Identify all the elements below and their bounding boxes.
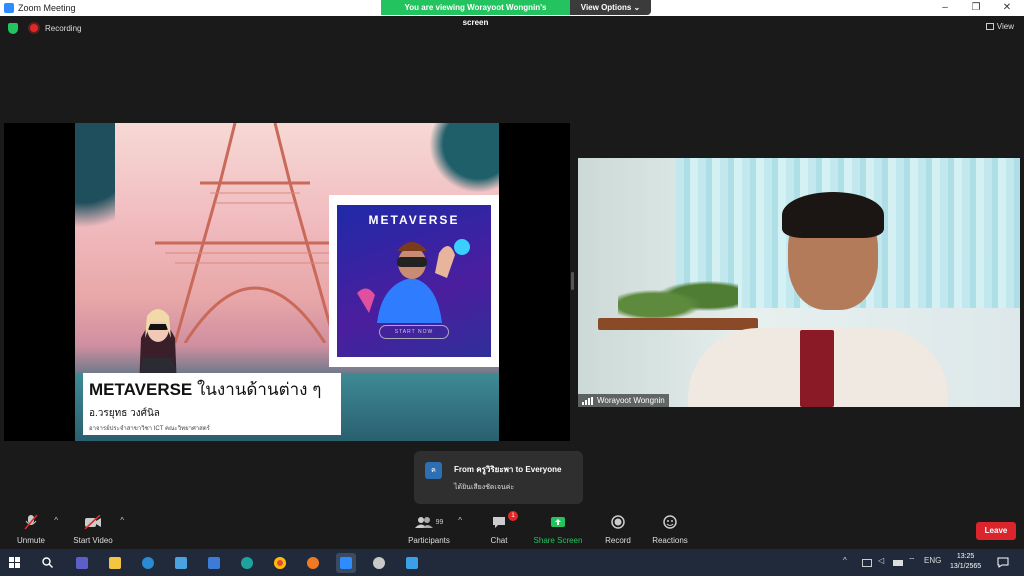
vr-person-illustration [357,239,470,323]
recording-label: Recording [45,24,82,33]
volume-icon[interactable]: ◁ [878,556,884,565]
taskbar-ie-icon[interactable] [138,553,158,573]
unmute-button[interactable]: Unmute ^ [14,514,58,545]
tray-overflow-icon[interactable]: ^ [843,556,847,565]
battery-icon[interactable] [893,560,903,566]
taskbar-chrome-icon[interactable] [270,553,290,573]
slide-heading-en: METAVERSE [89,380,193,399]
share-screen-button[interactable]: Share Screen [533,514,583,545]
windows-start-icon[interactable] [9,557,20,568]
participant-name-tag: Worayoot Wongnin [578,394,669,407]
participant-video: Worayoot Wongnin [578,158,1020,407]
taskbar-app-orange-icon[interactable] [303,553,323,573]
meeting-toolbar: Unmute ^ Start Video ^ 99 Participants ^… [0,510,1024,550]
taskbar-file-explorer-icon[interactable] [105,553,125,573]
chat-icon: 1 [486,511,518,530]
slide-heading: METAVERSE ในงานด้านต่าง ๆ [89,376,335,403]
start-video-label: Start Video [73,536,113,545]
participants-count: 99 [435,518,444,526]
chat-unread-badge: 1 [508,511,518,521]
reactions-label: Reactions [652,536,688,545]
taskbar-app-icon[interactable] [171,553,191,573]
view-label: View [996,22,1014,31]
zoom-app-icon [4,3,14,13]
encryption-shield-icon[interactable] [8,23,18,34]
taskbar-app-onenote-icon[interactable] [72,553,92,573]
wifi-icon[interactable]: ⌔ [908,556,916,566]
plants-background [618,278,738,323]
presentation-slide: METAVERSE START NOW METAVERSE ในงานด้านต… [75,123,499,441]
audio-options-caret-icon[interactable]: ^ [54,516,58,525]
signal-strength-icon [582,396,593,405]
participant-name: Worayoot Wongnin [597,396,665,405]
tray-app-icon[interactable] [862,559,872,567]
windows-taskbar: ^ ◁ ⌔ ENG 13:25 13/1/2565 [0,549,1024,576]
start-now-button: START NOW [379,325,449,339]
muted-microphone-icon [14,514,48,530]
slide-heading-th: ในงานด้านต่าง ๆ [192,380,322,399]
shared-screen: METAVERSE START NOW METAVERSE ในงานด้านต… [4,123,570,441]
language-indicator[interactable]: ENG [924,556,941,565]
participants-icon: 99 [406,514,452,530]
recording-icon [30,24,38,32]
foliage-left [75,123,115,273]
record-label: Record [605,536,631,545]
taskbar-paint-icon[interactable] [369,553,389,573]
record-button[interactable]: Record [603,514,633,545]
participants-button[interactable]: 99 Participants ^ [406,514,462,545]
view-options-button[interactable]: View Options ⌄ [570,0,651,15]
share-screen-label: Share Screen [533,536,583,545]
metaverse-poster: METAVERSE START NOW [337,205,491,357]
split-view-resize-handle[interactable] [571,272,574,290]
slide-caption: METAVERSE ในงานด้านต่าง ๆ อ.วรยุทธ วงศ์น… [83,373,341,435]
participant-hair [782,192,884,238]
unmute-label: Unmute [16,536,45,545]
search-icon[interactable] [42,557,53,568]
foliage-right [429,123,499,193]
leave-button[interactable]: Leave [976,522,1016,540]
metaverse-card-title: METAVERSE [368,213,460,227]
reactions-icon [652,514,688,530]
clock-date: 13/1/2565 [950,563,982,570]
metaverse-card: METAVERSE START NOW [329,195,499,367]
window-title: Zoom Meeting [18,3,76,13]
chat-notification[interactable]: ค From ครูวิริยะพา to Everyone ได้ยินเสี… [414,451,583,504]
viewing-screen-label: You are viewing Worayoot Wongnin's scree… [381,0,570,27]
chat-sender-avatar: ค [425,462,442,479]
meeting-status-bar: Recording View [0,16,1024,40]
shelf-background [598,318,758,330]
chat-message: ได้ยินเสียงชัดเจนค่ะ [454,484,515,491]
video-options-caret-icon[interactable]: ^ [120,516,124,525]
clock-time: 13:25 [956,553,975,560]
share-screen-icon [533,514,583,530]
presenter-affiliation: อาจารย์ประจำสาขาวิชา ICT คณะวิทยาศาสตร์ [89,426,210,432]
shirt-collar [800,330,834,407]
close-button[interactable]: ✕ [992,0,1022,16]
grid-view-icon [985,23,994,30]
taskbar-network-app-icon[interactable] [204,553,224,573]
taskbar-zoom-icon[interactable] [336,553,356,573]
chat-sender-line: From ครูวิริยะพา to Everyone [454,465,562,474]
reactions-button[interactable]: Reactions [652,514,688,545]
taskbar-photos-icon[interactable] [402,553,422,573]
record-icon [603,514,633,530]
screen-share-banner: You are viewing Worayoot Wongnin's scree… [381,0,651,27]
start-video-button[interactable]: Start Video ^ [72,514,124,545]
taskbar-edge-icon[interactable] [237,553,257,573]
view-button[interactable]: View [985,22,1014,31]
notifications-icon[interactable] [997,557,1009,568]
taskbar-clock[interactable]: 13:25 13/1/2565 [950,552,981,572]
presenter-name: อ.วรยุทธ วงศ์นิล [89,408,160,419]
restore-button[interactable]: ❐ [961,0,991,16]
minimize-button[interactable]: – [930,0,960,16]
chat-label: Chat [490,536,508,545]
participants-label: Participants [408,536,450,545]
chat-button[interactable]: 1 Chat [486,511,518,545]
participants-caret-icon[interactable]: ^ [458,516,462,525]
video-off-icon [72,514,114,530]
